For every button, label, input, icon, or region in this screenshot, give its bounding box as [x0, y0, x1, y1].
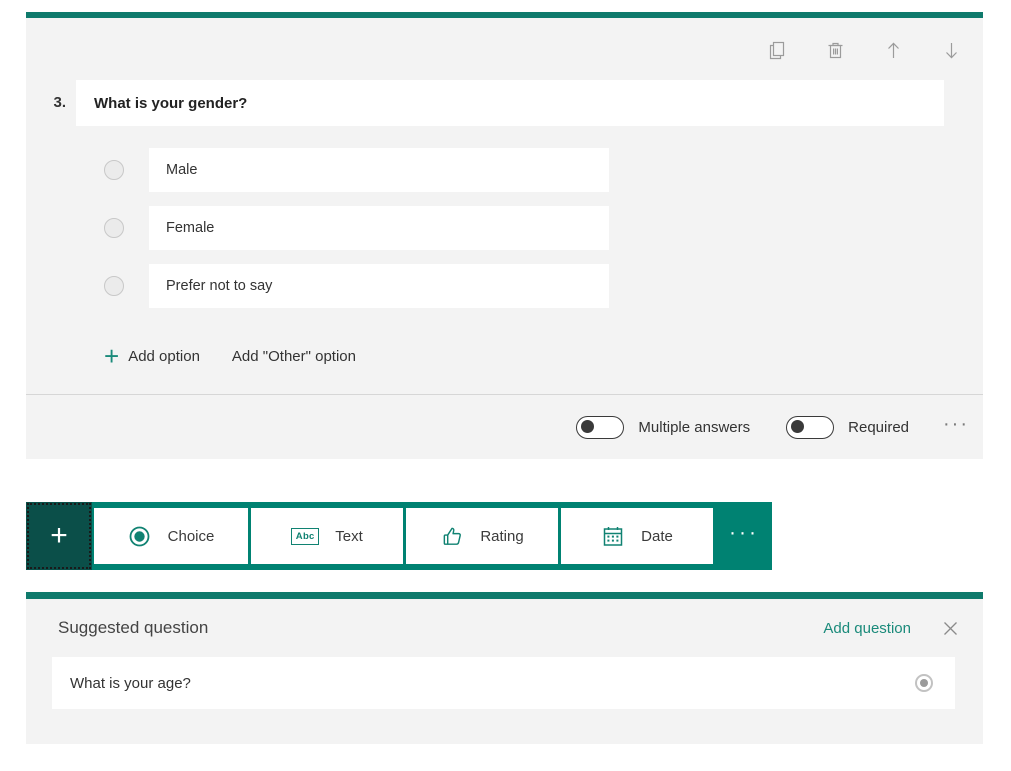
option-radio-icon[interactable]: [104, 276, 124, 296]
add-option-button[interactable]: Add option: [128, 348, 200, 365]
add-other-option-button[interactable]: Add "Other" option: [232, 348, 356, 365]
required-toggle[interactable]: [786, 416, 834, 439]
suggested-panel-title: Suggested question: [58, 618, 823, 638]
multiple-answers-label: Multiple answers: [638, 419, 750, 436]
question-type-label: Rating: [480, 528, 523, 545]
question-card: 3. What is your gender? Male Female Pref…: [26, 12, 983, 459]
question-card-body: 3. What is your gender? Male Female Pref…: [26, 18, 983, 459]
multiple-answers-toggle[interactable]: [576, 416, 624, 439]
question-type-toolbar: + Choice Abc Text Rating: [26, 502, 772, 570]
add-option-row: + Add option Add "Other" option: [26, 322, 983, 378]
question-settings-row: Multiple answers Required ···: [26, 395, 983, 459]
option-radio-icon[interactable]: [104, 160, 124, 180]
question-number: 3.: [26, 80, 76, 126]
question-type-more-button[interactable]: ···: [716, 502, 772, 570]
option-input[interactable]: Prefer not to say: [149, 264, 609, 308]
question-toolbar: [763, 36, 965, 64]
option-row: Prefer not to say: [26, 264, 983, 308]
question-title-row: 3. What is your gender?: [26, 18, 983, 126]
add-question-button[interactable]: +: [26, 502, 92, 570]
question-type-label: Text: [335, 528, 363, 545]
option-input[interactable]: Female: [149, 206, 609, 250]
question-type-label: Choice: [168, 528, 215, 545]
option-row: Female: [26, 206, 983, 250]
multiple-answers-group: Multiple answers: [576, 416, 750, 439]
close-icon[interactable]: [939, 617, 961, 639]
question-type-text[interactable]: Abc Text: [251, 508, 403, 564]
delete-icon[interactable]: [821, 36, 849, 64]
toggle-knob: [581, 420, 594, 433]
question-type-date[interactable]: Date: [561, 508, 713, 564]
option-input[interactable]: Male: [149, 148, 609, 192]
suggested-question-text: What is your age?: [70, 675, 915, 692]
suggested-question-item[interactable]: What is your age?: [52, 657, 955, 709]
suggested-accent-bar: [26, 592, 983, 599]
add-question-link[interactable]: Add question: [823, 620, 911, 637]
suggested-panel-header: Suggested question Add question: [26, 599, 983, 657]
required-label: Required: [848, 419, 909, 436]
copy-icon[interactable]: [763, 36, 791, 64]
question-more-options-button[interactable]: ···: [943, 414, 969, 440]
suggested-question-panel: Suggested question Add question What is …: [26, 592, 983, 744]
question-type-label: Date: [641, 528, 673, 545]
options-list: Male Female Prefer not to say: [26, 126, 983, 308]
question-type-rating[interactable]: Rating: [406, 508, 558, 564]
option-row: Male: [26, 148, 983, 192]
required-group: Required: [786, 416, 909, 439]
thumbs-up-icon: [440, 524, 464, 548]
question-title-input[interactable]: What is your gender?: [76, 80, 944, 126]
option-radio-icon[interactable]: [104, 218, 124, 238]
radio-filled-icon: [915, 674, 933, 692]
plus-icon[interactable]: +: [104, 343, 119, 369]
calendar-icon: [601, 524, 625, 548]
question-type-choice[interactable]: Choice: [94, 508, 248, 564]
abc-icon: Abc: [291, 528, 319, 545]
suggested-items-list: What is your age?: [26, 657, 983, 744]
move-up-icon[interactable]: [879, 36, 907, 64]
move-down-icon[interactable]: [937, 36, 965, 64]
question-type-list: Choice Abc Text Rating: [94, 508, 716, 564]
radio-filled-icon: [128, 524, 152, 548]
toggle-knob: [791, 420, 804, 433]
